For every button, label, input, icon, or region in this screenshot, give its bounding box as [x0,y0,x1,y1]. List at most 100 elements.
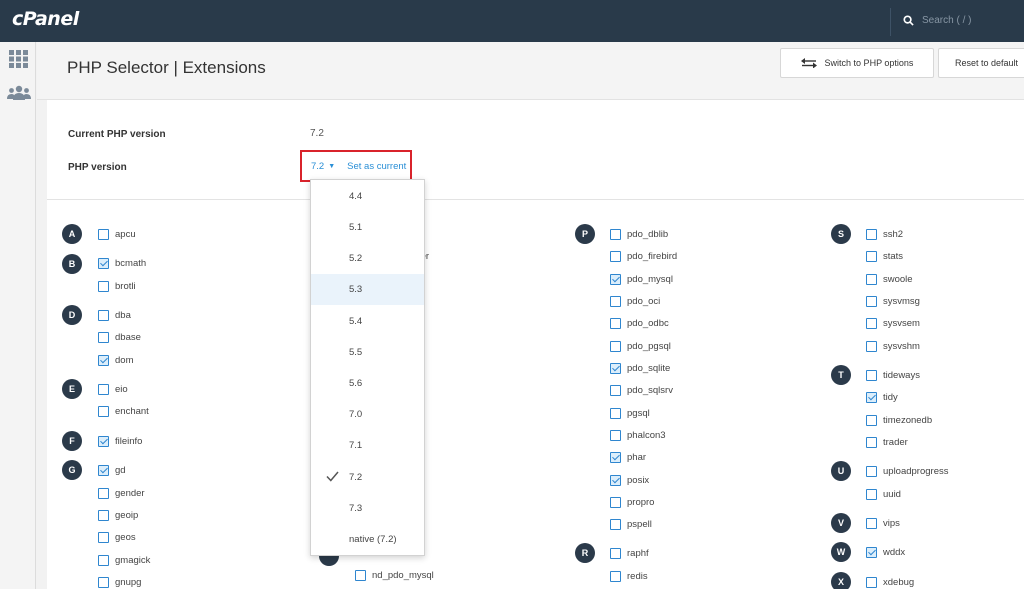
ext-bcmath[interactable]: bcmath [98,258,146,269]
checkbox[interactable] [866,415,877,426]
ext-pspell[interactable]: pspell [610,519,652,530]
ext-tideways[interactable]: tideways [866,370,920,381]
checkbox[interactable] [610,519,621,530]
checkbox[interactable] [98,465,109,476]
checkbox[interactable] [98,281,109,292]
ext-geos[interactable]: geos [98,532,136,543]
checkbox[interactable] [866,489,877,500]
checkbox[interactable] [866,466,877,477]
users-icon[interactable] [7,85,31,100]
ext-vips[interactable]: vips [866,518,900,529]
ext-gmagick[interactable]: gmagick [98,555,150,566]
ext-enchant[interactable]: enchant [98,406,149,417]
selected-version[interactable]: 7.2 [311,161,324,172]
ext-nd-pdo-mysql[interactable]: nd_pdo_mysql [355,570,434,581]
ext-dom[interactable]: dom [98,355,133,366]
ext-phalcon3[interactable]: phalcon3 [610,430,666,441]
checkbox[interactable] [610,318,621,329]
ext-wddx[interactable]: wddx [866,547,905,558]
checkbox[interactable] [98,510,109,521]
checkbox[interactable] [866,547,877,558]
checkbox[interactable] [610,497,621,508]
ext-apcu[interactable]: apcu [98,229,136,240]
checkbox[interactable] [98,258,109,269]
checkbox[interactable] [98,436,109,447]
ext-pdo-pgsql[interactable]: pdo_pgsql [610,341,671,352]
ext-timezonedb[interactable]: timezonedb [866,415,932,426]
version-option-7-0[interactable]: 7.0 [311,399,424,430]
php-version-selector[interactable]: 7.2 ▼ Set as current [300,150,412,182]
checkbox[interactable] [866,370,877,381]
ext-eio[interactable]: eio [98,384,128,395]
checkbox[interactable] [610,452,621,463]
ext-pdo-sqlite[interactable]: pdo_sqlite [610,363,670,374]
ext-uploadprogress[interactable]: uploadprogress [866,466,949,477]
search-box[interactable] [903,15,1012,26]
ext-pgsql[interactable]: pgsql [610,408,650,419]
checkbox[interactable] [610,274,621,285]
checkbox[interactable] [98,229,109,240]
checkbox[interactable] [866,296,877,307]
checkbox[interactable] [610,341,621,352]
ext-tidy[interactable]: tidy [866,392,898,403]
ext-pdo-dblib[interactable]: pdo_dblib [610,229,668,240]
ext-dba[interactable]: dba [98,310,131,321]
checkbox[interactable] [610,363,621,374]
version-option-5-6[interactable]: 5.6 [311,368,424,399]
checkbox[interactable] [355,570,366,581]
ext-trader[interactable]: trader [866,437,908,448]
checkbox[interactable] [98,332,109,343]
checkbox[interactable] [866,318,877,329]
version-option-5-1[interactable]: 5.1 [311,212,424,243]
ext-fileinfo[interactable]: fileinfo [98,436,142,447]
version-option-5-3[interactable]: 5.3 [311,274,424,305]
version-option-5-4[interactable]: 5.4 [311,306,424,337]
ext-brotli[interactable]: brotli [98,281,136,292]
checkbox[interactable] [610,385,621,396]
checkbox[interactable] [98,488,109,499]
switch-to-php-options-button[interactable]: Switch to PHP options [780,48,934,78]
checkbox[interactable] [610,229,621,240]
ext-pdo-mysql[interactable]: pdo_mysql [610,274,673,285]
reset-to-default-button[interactable]: Reset to default [938,48,1024,78]
ext-posix[interactable]: posix [610,475,649,486]
ext-pdo-sqlsrv[interactable]: pdo_sqlsrv [610,385,673,396]
ext-sysvshm[interactable]: sysvshm [866,341,920,352]
ext-sysvmsg[interactable]: sysvmsg [866,296,920,307]
checkbox[interactable] [866,392,877,403]
version-option-5-2[interactable]: 5.2 [311,243,424,274]
checkbox[interactable] [98,406,109,417]
checkbox[interactable] [866,577,877,588]
checkbox[interactable] [866,341,877,352]
ext-sysvsem[interactable]: sysvsem [866,318,920,329]
caret-down-icon[interactable]: ▼ [328,163,335,170]
ext-gender[interactable]: gender [98,488,145,499]
ext-dbase[interactable]: dbase [98,332,141,343]
checkbox[interactable] [610,430,621,441]
checkbox[interactable] [610,251,621,262]
checkbox[interactable] [866,437,877,448]
version-option-5-5[interactable]: 5.5 [311,337,424,368]
checkbox[interactable] [98,355,109,366]
ext-raphf[interactable]: raphf [610,548,649,559]
checkbox[interactable] [98,384,109,395]
checkbox[interactable] [98,577,109,588]
checkbox[interactable] [610,571,621,582]
checkbox[interactable] [610,408,621,419]
search-input[interactable] [922,15,1012,26]
ext-gd[interactable]: gd [98,465,126,476]
checkbox[interactable] [866,518,877,529]
version-option-7-2[interactable]: 7.2 [311,462,424,493]
checkbox[interactable] [98,310,109,321]
version-option-7-3[interactable]: 7.3 [311,493,424,524]
ext-phar[interactable]: phar [610,452,646,463]
ext-xdebug[interactable]: xdebug [866,577,914,588]
version-option-7-1[interactable]: 7.1 [311,430,424,461]
ext-stats[interactable]: stats [866,251,903,262]
checkbox[interactable] [610,548,621,559]
ext-geoip[interactable]: geoip [98,510,138,521]
checkbox[interactable] [866,229,877,240]
set-as-current-link[interactable]: Set as current [347,161,406,172]
ext-uuid[interactable]: uuid [866,489,901,500]
version-option-native[interactable]: native (7.2) [311,524,424,555]
